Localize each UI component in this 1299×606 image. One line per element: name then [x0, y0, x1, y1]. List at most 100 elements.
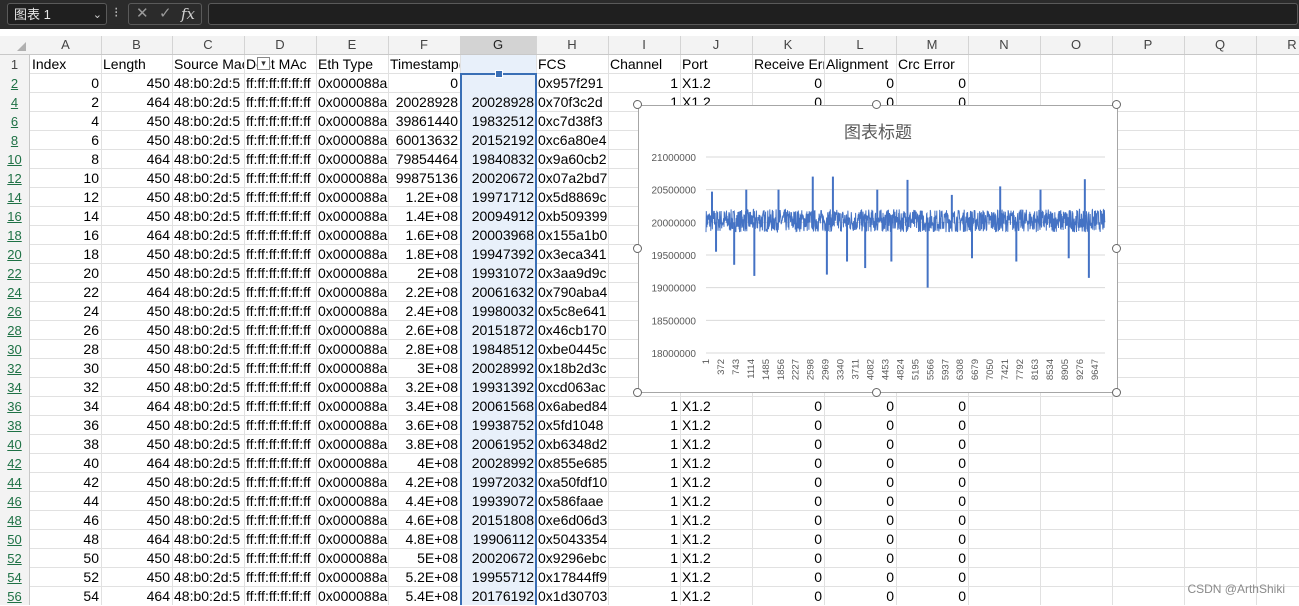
table-cell[interactable]: 0xe6d06d3: [536, 511, 608, 530]
table-cell[interactable]: 464: [101, 587, 172, 605]
table-cell[interactable]: 0x957f291: [536, 74, 608, 93]
table-cell[interactable]: 48:b0:2d:5: [172, 112, 244, 131]
table-cell[interactable]: 0x000088a: [316, 169, 388, 188]
table-cell[interactable]: 464: [101, 530, 172, 549]
table-cell[interactable]: ff:ff:ff:ff:ff:ff: [244, 454, 316, 473]
table-cell[interactable]: 0x3eca341: [536, 245, 608, 264]
table-cell[interactable]: 14: [30, 207, 101, 226]
table-cell[interactable]: X1.2: [680, 549, 752, 568]
table-cell[interactable]: 0xcd063ac: [536, 378, 608, 397]
row-header[interactable]: 54: [0, 568, 29, 587]
table-cell[interactable]: 0: [752, 435, 824, 454]
chart-object[interactable]: 图表标题 21000000 20500000 20000000 19500000 190…: [638, 105, 1118, 393]
table-cell[interactable]: 48:b0:2d:5: [172, 245, 244, 264]
table-cell[interactable]: 0xbe0445c: [536, 340, 608, 359]
table-cell[interactable]: 44: [30, 492, 101, 511]
table-cell[interactable]: 0x000088a: [316, 74, 388, 93]
table-cell[interactable]: 0: [824, 473, 896, 492]
table-cell[interactable]: 1: [608, 435, 680, 454]
table-cell[interactable]: 5E+08: [388, 549, 460, 568]
table-cell[interactable]: 0x155a1b0: [536, 226, 608, 245]
insert-function-icon[interactable]: fx: [181, 4, 195, 24]
table-cell[interactable]: 0x000088a: [316, 226, 388, 245]
table-cell[interactable]: ff:ff:ff:ff:ff:ff: [244, 587, 316, 605]
table-cell[interactable]: 48: [30, 530, 101, 549]
column-header-f[interactable]: F: [388, 36, 461, 54]
table-cell[interactable]: ff:ff:ff:ff:ff:ff: [244, 74, 316, 93]
table-cell[interactable]: 48:b0:2d:5: [172, 93, 244, 112]
table-cell[interactable]: 0x000088a: [316, 264, 388, 283]
table-cell[interactable]: X1.2: [680, 435, 752, 454]
table-cell[interactable]: 48:b0:2d:5: [172, 397, 244, 416]
table-cell[interactable]: 0: [896, 530, 968, 549]
table-cell[interactable]: 1.4E+08: [388, 207, 460, 226]
table-cell[interactable]: 10: [30, 169, 101, 188]
table-cell[interactable]: 450: [101, 340, 172, 359]
table-cell[interactable]: 0xc7d38f3: [536, 112, 608, 131]
table-cell[interactable]: 0x17844ff9: [536, 568, 608, 587]
table-cell[interactable]: 2.8E+08: [388, 340, 460, 359]
column-header-n[interactable]: N: [968, 36, 1041, 54]
row-header[interactable]: 18: [0, 226, 29, 245]
table-cell[interactable]: X1.2: [680, 530, 752, 549]
table-cell[interactable]: 0: [752, 568, 824, 587]
table-cell[interactable]: 0: [752, 587, 824, 605]
table-cell[interactable]: 48:b0:2d:5: [172, 283, 244, 302]
header-cell[interactable]: FCS: [536, 55, 608, 74]
table-cell[interactable]: 0: [752, 416, 824, 435]
table-cell[interactable]: 450: [101, 359, 172, 378]
column-header-b[interactable]: B: [101, 36, 173, 54]
header-cell[interactable]: Crc Error: [896, 55, 968, 74]
table-cell[interactable]: 0x000088a: [316, 511, 388, 530]
table-cell[interactable]: 48:b0:2d:5: [172, 359, 244, 378]
table-cell[interactable]: 0x9a60cb2: [536, 150, 608, 169]
chart-resize-handle[interactable]: [872, 100, 881, 109]
header-cell[interactable]: Port: [680, 55, 752, 74]
table-cell[interactable]: 464: [101, 283, 172, 302]
table-cell[interactable]: 0: [752, 74, 824, 93]
table-cell[interactable]: ff:ff:ff:ff:ff:ff: [244, 435, 316, 454]
row-header[interactable]: 28: [0, 321, 29, 340]
table-cell[interactable]: 0x000088a: [316, 150, 388, 169]
table-cell[interactable]: 0x000088a: [316, 359, 388, 378]
table-cell[interactable]: 0x1d30703: [536, 587, 608, 605]
table-cell[interactable]: 0x000088a: [316, 435, 388, 454]
table-cell[interactable]: 3.8E+08: [388, 435, 460, 454]
table-cell[interactable]: 0x586faae: [536, 492, 608, 511]
table-cell[interactable]: 450: [101, 302, 172, 321]
table-cell[interactable]: ff:ff:ff:ff:ff:ff: [244, 112, 316, 131]
table-cell[interactable]: 48:b0:2d:5: [172, 321, 244, 340]
row-header[interactable]: 22: [0, 264, 29, 283]
table-cell[interactable]: X1.2: [680, 454, 752, 473]
table-cell[interactable]: 0x07a2bd7: [536, 169, 608, 188]
table-cell[interactable]: 0x000088a: [316, 340, 388, 359]
table-cell[interactable]: 1: [608, 473, 680, 492]
table-cell[interactable]: 0: [896, 473, 968, 492]
table-cell[interactable]: 0: [752, 454, 824, 473]
table-cell[interactable]: 5.4E+08: [388, 587, 460, 605]
table-cell[interactable]: 38: [30, 435, 101, 454]
table-cell[interactable]: 0x000088a: [316, 112, 388, 131]
table-cell[interactable]: 48:b0:2d:5: [172, 511, 244, 530]
row-header[interactable]: 38: [0, 416, 29, 435]
table-cell[interactable]: ff:ff:ff:ff:ff:ff: [244, 207, 316, 226]
table-cell[interactable]: 54: [30, 587, 101, 605]
table-cell[interactable]: 0x000088a: [316, 207, 388, 226]
table-cell[interactable]: 0x6abed84: [536, 397, 608, 416]
table-cell[interactable]: 0xc6a80e4: [536, 131, 608, 150]
table-cell[interactable]: 0x000088a: [316, 378, 388, 397]
table-cell[interactable]: 0x000088a: [316, 93, 388, 112]
table-cell[interactable]: ff:ff:ff:ff:ff:ff: [244, 150, 316, 169]
table-cell[interactable]: 0: [824, 511, 896, 530]
column-header-g[interactable]: G: [460, 36, 537, 54]
table-cell[interactable]: X1.2: [680, 416, 752, 435]
table-cell[interactable]: 0: [896, 511, 968, 530]
row-header[interactable]: 44: [0, 473, 29, 492]
table-cell[interactable]: 0x000088a: [316, 454, 388, 473]
table-cell[interactable]: 450: [101, 416, 172, 435]
table-cell[interactable]: 4.8E+08: [388, 530, 460, 549]
table-cell[interactable]: 0: [896, 416, 968, 435]
table-cell[interactable]: 48:b0:2d:5: [172, 207, 244, 226]
table-cell[interactable]: 4E+08: [388, 454, 460, 473]
table-cell[interactable]: 52: [30, 568, 101, 587]
